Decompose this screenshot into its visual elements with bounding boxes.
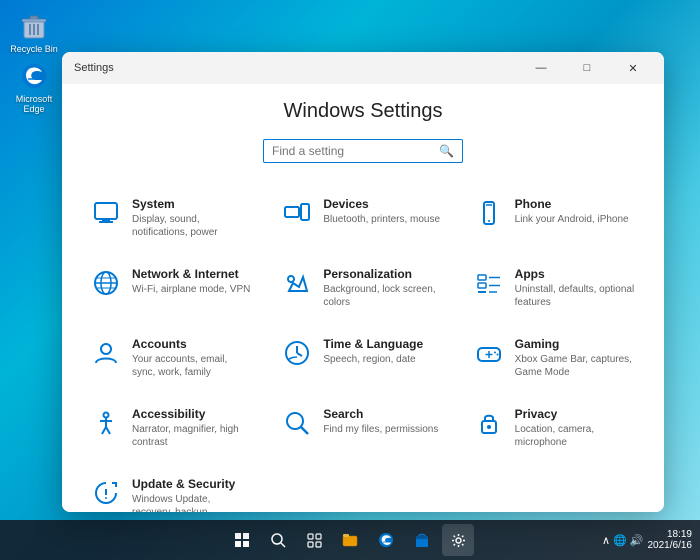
taskbar-right: ∧ 🌐 🔊 18:19 2021/6/16 bbox=[602, 529, 700, 551]
update-security-desc: Windows Update, recovery, backup bbox=[132, 493, 253, 512]
devices-name: Devices bbox=[323, 197, 440, 211]
desktop-icon-recycle-bin[interactable]: Recycle Bin bbox=[8, 10, 60, 54]
search-icon: 🔍 bbox=[439, 144, 454, 158]
edge-label: Microsoft Edge bbox=[8, 94, 60, 114]
settings-item-accounts[interactable]: Accounts Your accounts, email, sync, wor… bbox=[82, 327, 261, 389]
edge-icon bbox=[18, 60, 50, 92]
taskbar-volume-icon: 🔊 bbox=[630, 534, 644, 547]
time-language-icon bbox=[281, 337, 313, 369]
task-view-button[interactable] bbox=[298, 524, 330, 556]
accounts-icon bbox=[90, 337, 122, 369]
desktop: Recycle Bin Microsoft Edge Settings — □ … bbox=[0, 0, 700, 560]
system-icon bbox=[90, 197, 122, 229]
window-controls: — □ ✕ bbox=[518, 52, 656, 84]
search-input[interactable] bbox=[272, 144, 439, 158]
gaming-icon bbox=[473, 337, 505, 369]
apps-desc: Uninstall, defaults, optional features bbox=[515, 283, 636, 309]
settings-item-network[interactable]: Network & Internet Wi-Fi, airplane mode,… bbox=[82, 257, 261, 319]
accessibility-desc: Narrator, magnifier, high contrast bbox=[132, 423, 253, 449]
store-taskbar-button[interactable] bbox=[406, 524, 438, 556]
apps-name: Apps bbox=[515, 267, 636, 281]
taskbar-time[interactable]: 18:19 2021/6/16 bbox=[648, 529, 693, 551]
settings-item-system[interactable]: System Display, sound, notifications, po… bbox=[82, 187, 261, 249]
gaming-name: Gaming bbox=[515, 337, 636, 351]
gaming-desc: Xbox Game Bar, captures, Game Mode bbox=[515, 353, 636, 379]
settings-item-gaming[interactable]: Gaming Xbox Game Bar, captures, Game Mod… bbox=[465, 327, 644, 389]
minimize-button[interactable]: — bbox=[518, 52, 564, 84]
search-settings-desc: Find my files, permissions bbox=[323, 423, 438, 436]
window-titlebar: Settings — □ ✕ bbox=[62, 52, 664, 84]
update-security-icon bbox=[90, 477, 122, 509]
taskbar-center bbox=[226, 524, 474, 556]
accessibility-name: Accessibility bbox=[132, 407, 253, 421]
system-desc: Display, sound, notifications, power bbox=[132, 213, 253, 239]
desktop-icons: Recycle Bin Microsoft Edge bbox=[8, 10, 60, 114]
window-content: Windows Settings 🔍 Syste bbox=[62, 84, 664, 512]
devices-icon bbox=[281, 197, 313, 229]
settings-item-accessibility[interactable]: Accessibility Narrator, magnifier, high … bbox=[82, 397, 261, 459]
search-box[interactable]: 🔍 bbox=[263, 139, 463, 163]
taskbar-time-display: 18:19 bbox=[667, 529, 692, 540]
start-button[interactable] bbox=[226, 524, 258, 556]
settings-item-search[interactable]: Search Find my files, permissions bbox=[273, 397, 452, 459]
edge-taskbar-button[interactable] bbox=[370, 524, 402, 556]
taskbar-search-button[interactable] bbox=[262, 524, 294, 556]
apps-icon bbox=[473, 267, 505, 299]
update-security-name: Update & Security bbox=[132, 477, 253, 491]
personalization-desc: Background, lock screen, colors bbox=[323, 283, 444, 309]
desktop-icon-edge[interactable]: Microsoft Edge bbox=[8, 60, 60, 114]
settings-item-apps[interactable]: Apps Uninstall, defaults, optional featu… bbox=[465, 257, 644, 319]
privacy-name: Privacy bbox=[515, 407, 636, 421]
search-settings-icon bbox=[281, 407, 313, 439]
network-desc: Wi-Fi, airplane mode, VPN bbox=[132, 283, 250, 296]
settings-grid: System Display, sound, notifications, po… bbox=[82, 187, 644, 512]
settings-heading: Windows Settings bbox=[82, 100, 644, 123]
devices-desc: Bluetooth, printers, mouse bbox=[323, 213, 440, 226]
settings-item-privacy[interactable]: Privacy Location, camera, microphone bbox=[465, 397, 644, 459]
recycle-bin-icon bbox=[18, 10, 50, 42]
settings-item-devices[interactable]: Devices Bluetooth, printers, mouse bbox=[273, 187, 452, 249]
settings-item-phone[interactable]: Phone Link your Android, iPhone bbox=[465, 187, 644, 249]
recycle-bin-label: Recycle Bin bbox=[10, 44, 58, 54]
taskbar-chevron[interactable]: ∧ bbox=[602, 534, 610, 547]
settings-taskbar-button[interactable] bbox=[442, 524, 474, 556]
accessibility-icon bbox=[90, 407, 122, 439]
settings-window: Settings — □ ✕ Windows Settings 🔍 bbox=[62, 52, 664, 512]
personalization-icon bbox=[281, 267, 313, 299]
time-language-desc: Speech, region, date bbox=[323, 353, 423, 366]
settings-item-personalization[interactable]: Personalization Background, lock screen,… bbox=[273, 257, 452, 319]
accounts-name: Accounts bbox=[132, 337, 253, 351]
close-button[interactable]: ✕ bbox=[610, 52, 656, 84]
maximize-button[interactable]: □ bbox=[564, 52, 610, 84]
search-settings-name: Search bbox=[323, 407, 438, 421]
window-title: Settings bbox=[74, 62, 114, 74]
privacy-desc: Location, camera, microphone bbox=[515, 423, 636, 449]
time-language-name: Time & Language bbox=[323, 337, 423, 351]
settings-item-update-security[interactable]: Update & Security Windows Update, recove… bbox=[82, 467, 261, 512]
settings-item-time-language[interactable]: Time & Language Speech, region, date bbox=[273, 327, 452, 389]
privacy-icon bbox=[473, 407, 505, 439]
file-explorer-button[interactable] bbox=[334, 524, 366, 556]
network-icon bbox=[90, 267, 122, 299]
phone-name: Phone bbox=[515, 197, 629, 211]
taskbar-network-icon: 🌐 bbox=[613, 534, 627, 547]
accounts-desc: Your accounts, email, sync, work, family bbox=[132, 353, 253, 379]
personalization-name: Personalization bbox=[323, 267, 444, 281]
taskbar-date-display: 2021/6/16 bbox=[648, 540, 693, 551]
taskbar: ∧ 🌐 🔊 18:19 2021/6/16 bbox=[0, 520, 700, 560]
network-name: Network & Internet bbox=[132, 267, 250, 281]
system-name: System bbox=[132, 197, 253, 211]
phone-icon bbox=[473, 197, 505, 229]
phone-desc: Link your Android, iPhone bbox=[515, 213, 629, 226]
